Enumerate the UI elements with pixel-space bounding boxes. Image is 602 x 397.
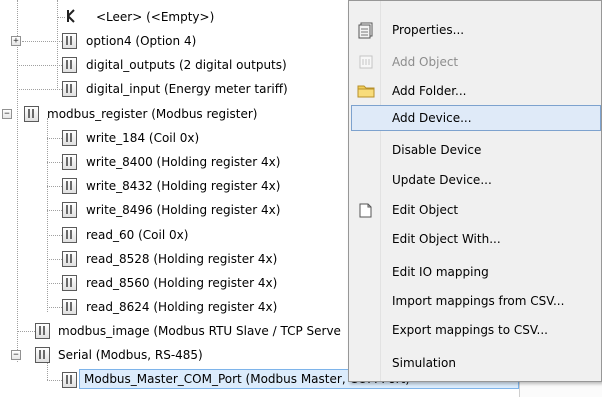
module-icon — [62, 154, 77, 170]
tree-node-label: modbus_register (Modbus register) — [47, 107, 258, 121]
menu-item-label: Add Object — [392, 55, 459, 69]
tree-node-label: read_60 (Coil 0x) — [86, 228, 189, 242]
module-icon — [62, 227, 77, 243]
tree-node-label: option4 (Option 4) — [86, 34, 197, 48]
menu-item-label: Import mappings from CSV... — [392, 294, 565, 308]
tree-node-label: digital_input (Energy meter tariff) — [86, 82, 288, 96]
menu-item-simulation[interactable]: Simulation — [351, 350, 601, 376]
tree-node-label: read_8624 (Holding register 4x) — [86, 300, 278, 314]
menu-item-label: Edit Object — [392, 203, 459, 217]
tree-node-label: read_8528 (Holding register 4x) — [86, 252, 278, 266]
folder-icon — [357, 82, 375, 100]
module-icon — [62, 130, 77, 146]
menu-item-label: Disable Device — [392, 143, 482, 157]
module-icon — [24, 106, 39, 122]
tree-node-label: write_184 (Coil 0x) — [86, 131, 200, 145]
tree-node-label: digital_outputs (2 digital outputs) — [86, 58, 287, 72]
tree-node-label: write_8400 (Holding register 4x) — [86, 155, 281, 169]
module-icon — [62, 251, 77, 267]
leer-marker-icon — [66, 9, 76, 23]
tree-node-label: modbus_image (Modbus RTU Slave / TCP Ser… — [58, 324, 341, 338]
menu-item-label: Properties... — [392, 23, 465, 37]
collapse-minus-icon[interactable]: − — [11, 350, 21, 360]
module-icon — [62, 202, 77, 218]
menu-item-add-device[interactable]: Add Device... — [351, 105, 601, 131]
collapse-minus-icon[interactable]: − — [2, 109, 12, 119]
tree-node-label: write_8432 (Holding register 4x) — [86, 179, 281, 193]
add-object-icon — [357, 53, 375, 71]
menu-item-properties[interactable]: Properties... — [351, 17, 601, 43]
menu-item-label: Add Folder... — [392, 84, 467, 98]
menu-item-label: Edit Object With... — [392, 232, 501, 246]
menu-item-disable-device[interactable]: Disable Device — [351, 137, 601, 163]
module-icon — [62, 81, 77, 97]
context-menu: Properties... Add Object Add Folder... A… — [348, 0, 602, 382]
menu-item-export-mappings-csv[interactable]: Export mappings to CSV... — [351, 317, 601, 343]
module-icon — [62, 57, 77, 73]
tree-node-label: Serial (Modbus, RS-485) — [58, 348, 203, 362]
module-icon — [62, 33, 77, 49]
menu-item-add-folder[interactable]: Add Folder... — [351, 78, 601, 104]
menu-item-edit-object[interactable]: Edit Object — [351, 197, 601, 223]
module-icon — [62, 299, 77, 315]
tree-node-label: <Leer> (<Empty>) — [96, 10, 215, 24]
module-icon — [62, 178, 77, 194]
edit-object-icon — [357, 201, 375, 219]
menu-item-add-object[interactable]: Add Object — [351, 49, 601, 75]
properties-icon — [357, 21, 375, 39]
expand-plus-icon[interactable]: + — [11, 36, 21, 46]
menu-item-update-device[interactable]: Update Device... — [351, 167, 601, 193]
module-icon — [35, 323, 50, 339]
menu-item-label: Export mappings to CSV... — [392, 323, 548, 337]
menu-item-label: Add Device... — [392, 111, 472, 125]
menu-item-edit-object-with[interactable]: Edit Object With... — [351, 226, 601, 252]
module-icon — [62, 275, 77, 291]
menu-item-label: Edit IO mapping — [392, 265, 489, 279]
menu-item-label: Simulation — [392, 356, 456, 370]
module-icon — [35, 347, 50, 363]
tree-node-label: read_8560 (Holding register 4x) — [86, 276, 278, 290]
menu-item-label: Update Device... — [392, 173, 492, 187]
module-icon — [62, 372, 77, 388]
menu-item-edit-io-mapping[interactable]: Edit IO mapping — [351, 259, 601, 285]
menu-item-import-mappings-csv[interactable]: Import mappings from CSV... — [351, 288, 601, 314]
tree-node-label: write_8496 (Holding register 4x) — [86, 203, 281, 217]
